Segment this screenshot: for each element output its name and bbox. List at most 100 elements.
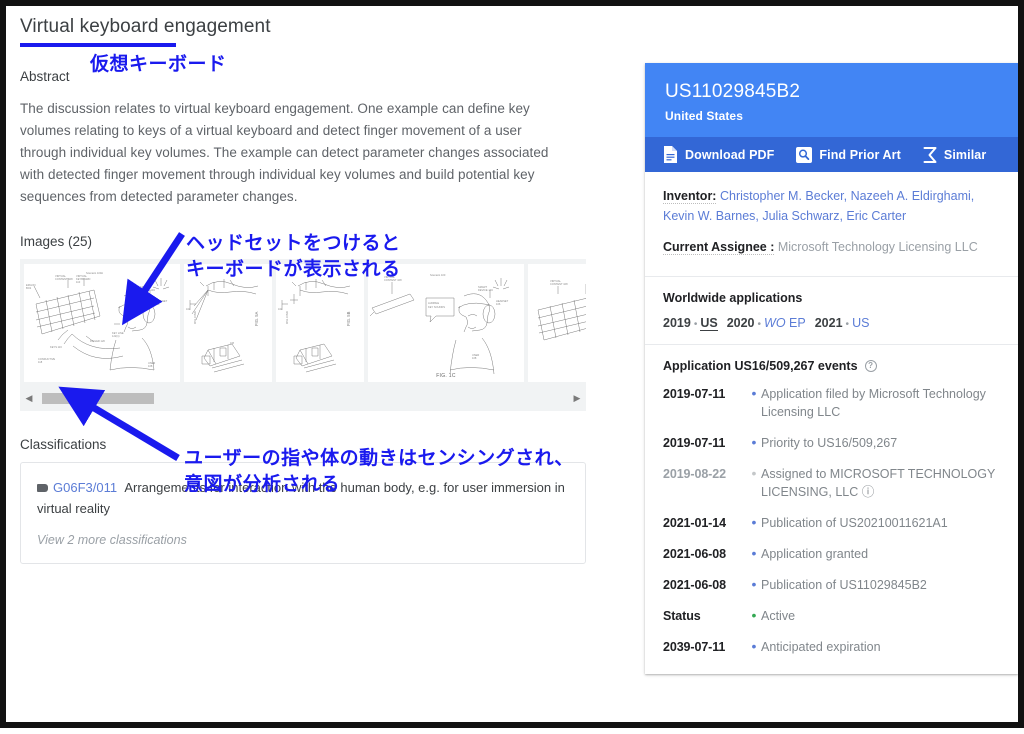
- event-date: 2021-06-08: [663, 576, 747, 594]
- download-pdf-button[interactable]: Download PDF: [663, 146, 774, 163]
- event-row: 2021-06-08 • Publication of US11029845B2: [663, 576, 1000, 594]
- svg-text:122(1): 122(1): [112, 334, 120, 338]
- status-badge: Active: [761, 607, 1000, 625]
- event-row: 2021-01-14 • Publication of US2021001162…: [663, 514, 1000, 532]
- worldwide-code-wo-2020[interactable]: WO: [764, 316, 786, 330]
- similar-label: Similar: [944, 148, 986, 162]
- abstract-text: The discussion relates to virtual keyboa…: [20, 98, 565, 208]
- worldwide-code-ep-2020[interactable]: EP: [789, 316, 806, 330]
- patent-card-header: US11029845B2 United States: [645, 63, 1018, 137]
- thumbnail-figure-5[interactable]: Scenario 100 VIRTUALCONTENT 108 SMARTDEV…: [528, 264, 586, 382]
- sigma-icon: [923, 147, 937, 163]
- svg-text:FIG. 5A: FIG. 5A: [254, 311, 259, 326]
- event-text: Assigned to MICROSOFT TECHNOLOGY LICENSI…: [761, 465, 1000, 501]
- worldwide-code-us-2019[interactable]: US: [700, 316, 717, 331]
- svg-text:FINGER 120: FINGER 120: [90, 339, 105, 343]
- bullet-dot: •: [846, 319, 850, 330]
- worldwide-year-2021: 2021: [815, 316, 843, 330]
- application-events-heading-row: Application US16/509,267 events ?: [663, 359, 1000, 373]
- scrollbar-thumb[interactable]: [42, 393, 154, 404]
- worldwide-applications-list: 2019•US2020•WO EP2021•US: [663, 316, 1000, 330]
- find-prior-art-button[interactable]: Find Prior Art: [796, 147, 901, 163]
- worldwide-year-2019: 2019: [663, 316, 691, 330]
- thumbnail-scrollbar[interactable]: ◀ ▶: [20, 385, 586, 411]
- annotation-virtual-keyboard: 仮想キーボード: [90, 51, 227, 77]
- screenshot-frame: Virtual keyboard engagement Abstract The…: [0, 0, 1024, 728]
- event-row: 2021-06-08 • Application granted: [663, 545, 1000, 563]
- svg-text:KEY SOUNDS: KEY SOUNDS: [428, 305, 445, 309]
- event-bullet-icon: •: [747, 465, 761, 481]
- event-text: Anticipated expiration: [761, 638, 1000, 656]
- event-row: 2039-07-11 • Anticipated expiration: [663, 638, 1000, 656]
- assignee-value: Microsoft Technology Licensing LLC: [778, 240, 978, 254]
- svg-text:AUDIBLE: AUDIBLE: [428, 301, 439, 305]
- classification-code[interactable]: G06F3/011: [53, 480, 117, 495]
- event-row: Status • Active: [663, 607, 1000, 625]
- find-prior-art-label: Find Prior Art: [819, 148, 901, 162]
- patent-country: United States: [665, 109, 998, 123]
- worldwide-entry-2019[interactable]: 2019•US: [663, 316, 718, 330]
- svg-text:Scenario 100: Scenario 100: [430, 273, 446, 277]
- svg-text:102: 102: [186, 308, 191, 311]
- page-title-block: Virtual keyboard engagement: [20, 14, 620, 47]
- worldwide-applications-section: Worldwide applications 2019•US2020•WO EP…: [645, 277, 1018, 330]
- application-events-section: Application US16/509,267 events ? 2019-0…: [645, 345, 1018, 674]
- scroll-left-arrow-icon[interactable]: ◀: [20, 393, 38, 404]
- worldwide-code-us-2021[interactable]: US: [852, 316, 869, 330]
- events-list: 2019-07-11 • Application filed by Micros…: [663, 385, 1000, 656]
- tag-icon: [37, 484, 48, 492]
- scrollbar-track[interactable]: [38, 393, 568, 404]
- event-row: 2019-08-22 • Assigned to MICROSOFT TECHN…: [663, 465, 1000, 501]
- page-title: Virtual keyboard engagement: [20, 14, 271, 42]
- thumbnail-figure-1[interactable]: Scenario 100A VIRTUALCONTENT 108 VIRTUAL…: [24, 264, 180, 382]
- download-pdf-label: Download PDF: [685, 148, 774, 162]
- annotation-headset-shows-keyboard: ヘッドセットをつけると キーボードが表示される: [186, 230, 401, 282]
- event-date: 2019-07-11: [663, 385, 747, 403]
- svg-text:106: 106: [496, 302, 501, 306]
- scroll-right-arrow-icon[interactable]: ▶: [568, 393, 586, 404]
- event-date: 2019-08-22: [663, 465, 747, 483]
- svg-text:106: 106: [155, 302, 160, 306]
- svg-text:WRJ.COM8: WRJ.COM8: [194, 311, 197, 324]
- svg-text:WRJ.COM8: WRJ.COM8: [286, 311, 289, 324]
- event-text: Application granted: [761, 545, 1000, 563]
- worldwide-entry-2021[interactable]: 2021•US: [815, 316, 870, 330]
- patent-card-toolbar: Download PDF Find Prior Art Similar: [645, 137, 1018, 172]
- thumbnail-caption-5: FIG. 1D: [528, 373, 586, 379]
- event-text: Publication of US20210011621A1: [761, 514, 1000, 532]
- patent-page: Virtual keyboard engagement Abstract The…: [6, 6, 1018, 722]
- svg-text:118: 118: [38, 360, 43, 364]
- annotation-finger-body-sensing: ユーザーの指や体の動きはセンシングされ、 意図が分析される: [184, 445, 574, 497]
- event-date: 2021-06-08: [663, 545, 747, 563]
- event-date: 2021-01-14: [663, 514, 747, 532]
- thumbnail-caption-4: FIG. 1C: [368, 373, 524, 379]
- assignee-row: Current Assignee : Microsoft Technology …: [663, 237, 1000, 257]
- event-bullet-icon: •: [747, 545, 761, 561]
- event-text: Application filed by Microsoft Technolog…: [761, 385, 1000, 421]
- assignee-label: Current Assignee :: [663, 240, 774, 255]
- event-row: 2019-07-11 • Priority to US16/509,267: [663, 434, 1000, 452]
- svg-text:108: 108: [230, 342, 235, 345]
- patent-meta: Inventor: Christopher M. Becker, Nazeeh …: [645, 172, 1018, 272]
- svg-text:CONTENT 108: CONTENT 108: [55, 277, 73, 281]
- search-square-icon: [796, 147, 812, 163]
- help-icon[interactable]: ?: [865, 360, 877, 372]
- worldwide-year-2020: 2020: [727, 316, 755, 330]
- status-bullet-icon: •: [747, 607, 761, 623]
- event-bullet-icon: •: [747, 638, 761, 654]
- svg-text:DEVICE 104: DEVICE 104: [140, 288, 155, 292]
- svg-text:KEYS 116: KEYS 116: [50, 345, 62, 349]
- view-more-classifications-link[interactable]: View 2 more classifications: [37, 533, 569, 547]
- svg-text:108: 108: [148, 364, 153, 368]
- similar-button[interactable]: Similar: [923, 147, 986, 163]
- title-underline-highlight: [20, 43, 176, 47]
- worldwide-entry-2020[interactable]: 2020•WO EP: [727, 316, 806, 330]
- inventor-row: Inventor: Christopher M. Becker, Nazeeh …: [663, 186, 1000, 226]
- event-text: Priority to US16/509,267: [761, 434, 1000, 452]
- svg-text:110: 110: [76, 280, 81, 284]
- bullet-dot: •: [694, 319, 698, 330]
- document-icon: [663, 146, 678, 163]
- event-bullet-icon: •: [747, 434, 761, 450]
- event-bullet-icon: •: [747, 385, 761, 401]
- patent-info-card: US11029845B2 United States Download PDF …: [645, 63, 1018, 674]
